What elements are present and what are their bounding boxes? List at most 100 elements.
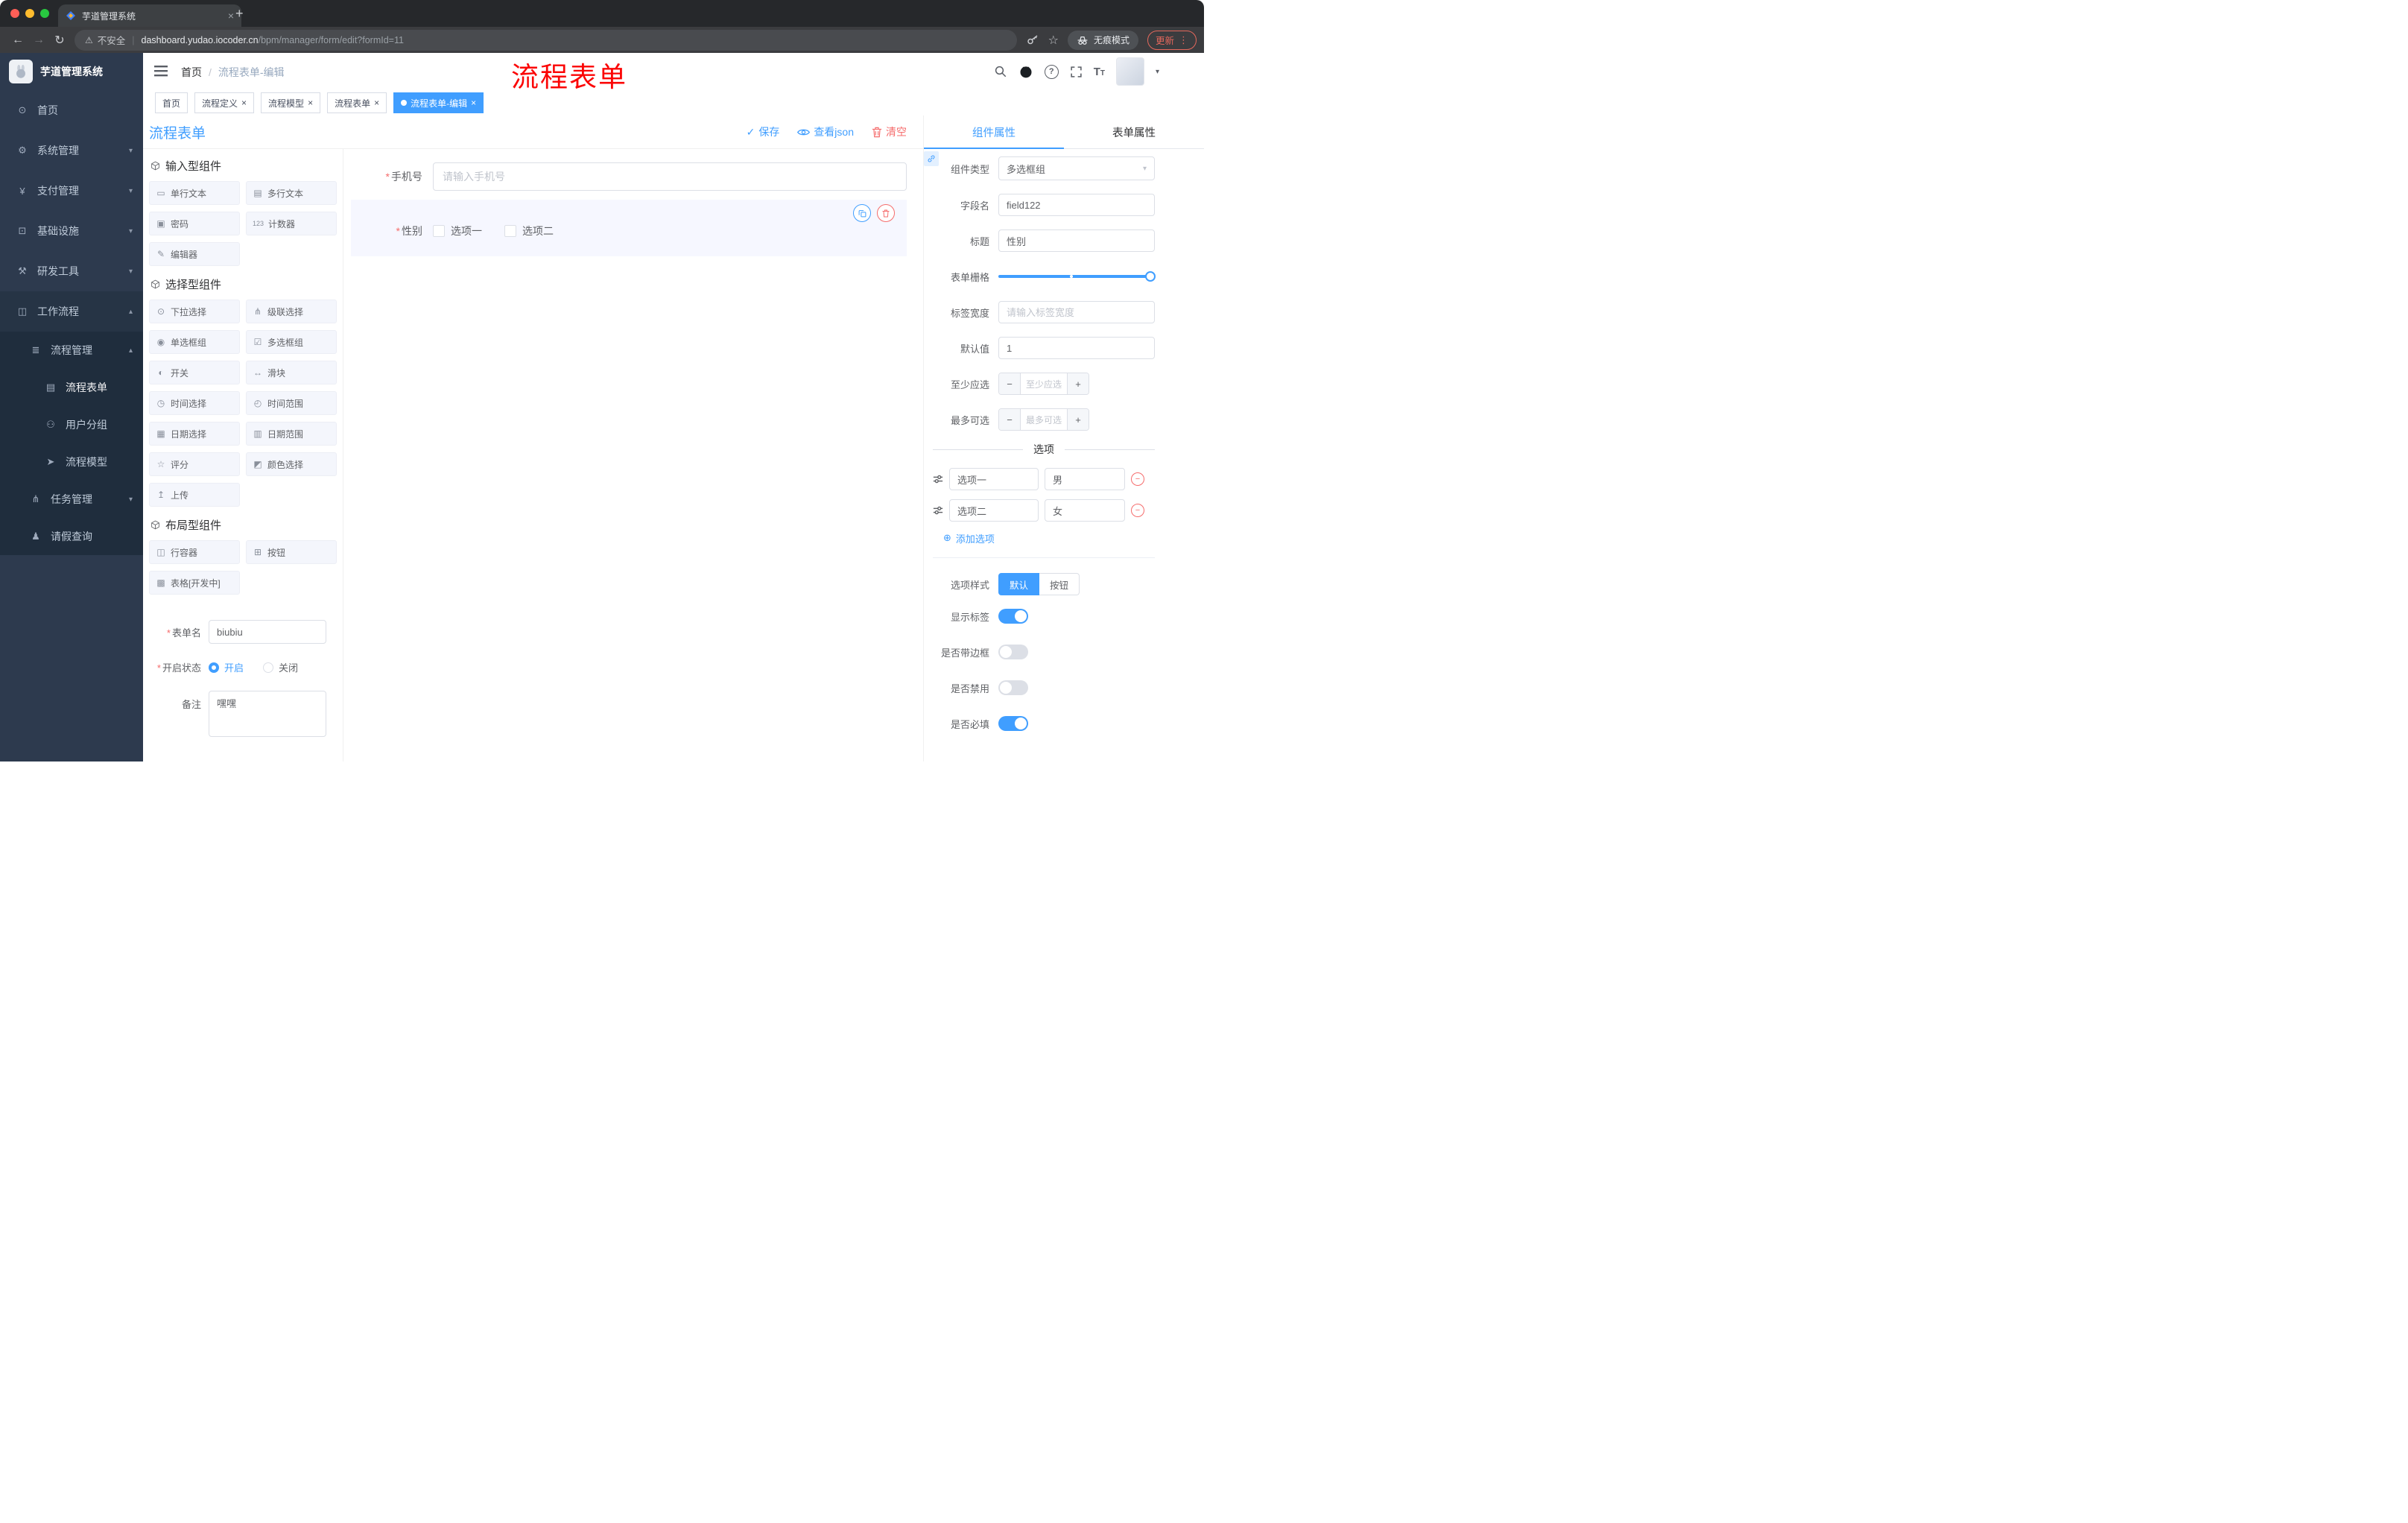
selected-component-gender[interactable]: * 性别 选项一 选项二 — [351, 200, 907, 256]
back-icon[interactable]: ← — [7, 34, 28, 47]
search-icon[interactable] — [994, 65, 1007, 78]
option-value-input[interactable] — [1045, 499, 1125, 522]
close-icon[interactable]: × — [374, 98, 379, 107]
font-size-icon[interactable]: TT — [1094, 66, 1105, 78]
palette-item-table[interactable]: ▩ 表格[开发中] — [149, 571, 240, 595]
save-button[interactable]: ✓ 保存 — [747, 124, 780, 139]
copy-component-button[interactable] — [853, 204, 871, 222]
sidebar-item-process-management[interactable]: ≣ 流程管理 ▴ — [0, 332, 143, 369]
phone-field-row[interactable]: * 手机号 — [351, 162, 907, 191]
fullscreen-icon[interactable] — [1070, 66, 1083, 78]
sidebar-item-home[interactable]: ⊙ 首页 — [0, 90, 143, 130]
browser-update-button[interactable]: 更新 ⋮ — [1147, 30, 1197, 50]
stepper-placeholder[interactable]: 至少应选 — [1021, 373, 1067, 394]
help-icon[interactable]: ? — [1044, 64, 1059, 79]
window-minimize-button[interactable] — [25, 9, 34, 18]
label-width-input[interactable] — [998, 301, 1155, 323]
palette-item-color-picker[interactable]: ◩ 颜色选择 — [246, 452, 337, 476]
slider-handle[interactable] — [1145, 271, 1156, 282]
sidebar-item-payment[interactable]: ¥ 支付管理 ▾ — [0, 171, 143, 211]
tag-process-form[interactable]: 流程表单 × — [327, 92, 387, 113]
border-toggle[interactable] — [998, 645, 1028, 659]
component-type-select[interactable]: 多选框组 ▾ — [998, 156, 1155, 180]
grid-slider[interactable] — [998, 271, 1156, 282]
palette-item-checkbox-group[interactable]: ☑ 多选框组 — [246, 330, 337, 354]
status-off-radio[interactable]: 关闭 — [263, 660, 298, 674]
link-badge[interactable] — [924, 151, 939, 166]
palette-item-row-container[interactable]: ◫ 行容器 — [149, 540, 240, 564]
palette-item-time-picker[interactable]: ◷ 时间选择 — [149, 391, 240, 415]
option-label-input[interactable] — [949, 468, 1039, 490]
field-name-input[interactable] — [998, 194, 1155, 216]
window-zoom-button[interactable] — [40, 9, 49, 18]
decrement-button[interactable]: − — [999, 409, 1021, 430]
checkbox-icon[interactable] — [433, 225, 445, 237]
palette-item-cascader[interactable]: ⋔ 级联选择 — [246, 300, 337, 323]
form-name-input[interactable] — [209, 620, 326, 644]
breadcrumb-home[interactable]: 首页 — [181, 65, 202, 80]
palette-item-rate[interactable]: ☆ 评分 — [149, 452, 240, 476]
sidebar-item-workflow[interactable]: ◫ 工作流程 ▴ — [0, 291, 143, 332]
window-close-button[interactable] — [10, 9, 19, 18]
hamburger-icon[interactable] — [154, 66, 168, 77]
palette-item-date-range[interactable]: ▥ 日期范围 — [246, 422, 337, 446]
avatar[interactable] — [1115, 57, 1144, 86]
increment-button[interactable]: + — [1067, 409, 1089, 430]
gender-option-2[interactable]: 选项二 — [504, 224, 554, 238]
forward-icon[interactable]: → — [28, 34, 49, 47]
style-button-button[interactable]: 按钮 — [1039, 573, 1080, 595]
sidebar-item-task-management[interactable]: ⋔ 任务管理 ▾ — [0, 481, 143, 518]
password-key-icon[interactable] — [1026, 34, 1039, 47]
tag-process-model[interactable]: 流程模型 × — [261, 92, 321, 113]
browser-tab[interactable]: 芋道管理系统 × — [58, 4, 241, 27]
tab-form-props[interactable]: 表单属性 — [1064, 115, 1204, 148]
palette-item-date-picker[interactable]: ▦ 日期选择 — [149, 422, 240, 446]
style-default-button[interactable]: 默认 — [998, 573, 1040, 595]
sidebar-item-system[interactable]: ⚙ 系统管理 ▾ — [0, 130, 143, 171]
sidebar-item-leave-query[interactable]: ♟ 请假查询 — [0, 518, 143, 555]
bookmark-star-icon[interactable]: ☆ — [1048, 33, 1059, 48]
palette-item-select[interactable]: ⊙ 下拉选择 — [149, 300, 240, 323]
checkbox-icon[interactable] — [504, 225, 516, 237]
default-value-input[interactable] — [998, 337, 1155, 359]
palette-item-button[interactable]: ⊞ 按钮 — [246, 540, 337, 564]
view-json-button[interactable]: 查看json — [797, 124, 854, 139]
close-icon[interactable]: × — [308, 98, 313, 107]
gender-option-1[interactable]: 选项一 — [433, 224, 482, 238]
new-tab-button[interactable]: + — [235, 6, 244, 21]
tag-process-form-edit[interactable]: 流程表单-编辑 × — [393, 92, 484, 113]
decrement-button[interactable]: − — [999, 373, 1021, 394]
reload-icon[interactable]: ↻ — [49, 33, 70, 48]
palette-item-slider[interactable]: ↔ 滑块 — [246, 361, 337, 384]
required-toggle[interactable] — [998, 716, 1028, 731]
sidebar-item-process-form[interactable]: ▤ 流程表单 — [0, 369, 143, 406]
palette-item-editor[interactable]: ✎ 编辑器 — [149, 242, 240, 266]
palette-item-time-range[interactable]: ◴ 时间范围 — [246, 391, 337, 415]
palette-item-multi-text[interactable]: ▤ 多行文本 — [246, 181, 337, 205]
address-bar[interactable]: ⚠ 不安全 | dashboard.yudao.iocoder.cn /bpm/… — [75, 29, 1017, 51]
option-value-input[interactable] — [1045, 468, 1125, 490]
palette-item-password[interactable]: ▣ 密码 — [149, 212, 240, 235]
status-on-radio[interactable]: 开启 — [209, 660, 244, 674]
phone-input[interactable] — [433, 162, 907, 191]
close-icon[interactable]: × — [471, 98, 476, 107]
add-option-button[interactable]: ⊕ 添加选项 — [943, 531, 1155, 545]
palette-item-switch[interactable]: ◐ 开关 — [149, 361, 240, 384]
show-label-toggle[interactable] — [998, 609, 1028, 624]
sidebar-item-process-model[interactable]: ➤ 流程模型 — [0, 443, 143, 481]
disabled-toggle[interactable] — [998, 680, 1028, 695]
tab-close-icon[interactable]: × — [228, 10, 234, 21]
avatar-caret-icon[interactable]: ▾ — [1156, 68, 1159, 76]
option-label-input[interactable] — [949, 499, 1039, 522]
palette-item-single-text[interactable]: ▭ 单行文本 — [149, 181, 240, 205]
close-icon[interactable]: × — [241, 98, 247, 107]
palette-item-upload[interactable]: ↥ 上传 — [149, 483, 240, 507]
palette-item-counter[interactable]: 123 计数器 — [246, 212, 337, 235]
tag-home[interactable]: 首页 — [155, 92, 188, 113]
remark-textarea[interactable]: 嘿嘿 — [209, 691, 326, 737]
drag-handle-icon[interactable] — [933, 474, 943, 484]
remove-option-button[interactable]: − — [1131, 472, 1144, 486]
sidebar-item-user-group[interactable]: ⚇ 用户分组 — [0, 406, 143, 443]
tag-process-definition[interactable]: 流程定义 × — [194, 92, 255, 113]
sidebar-item-infrastructure[interactable]: ⊡ 基础设施 ▾ — [0, 211, 143, 251]
